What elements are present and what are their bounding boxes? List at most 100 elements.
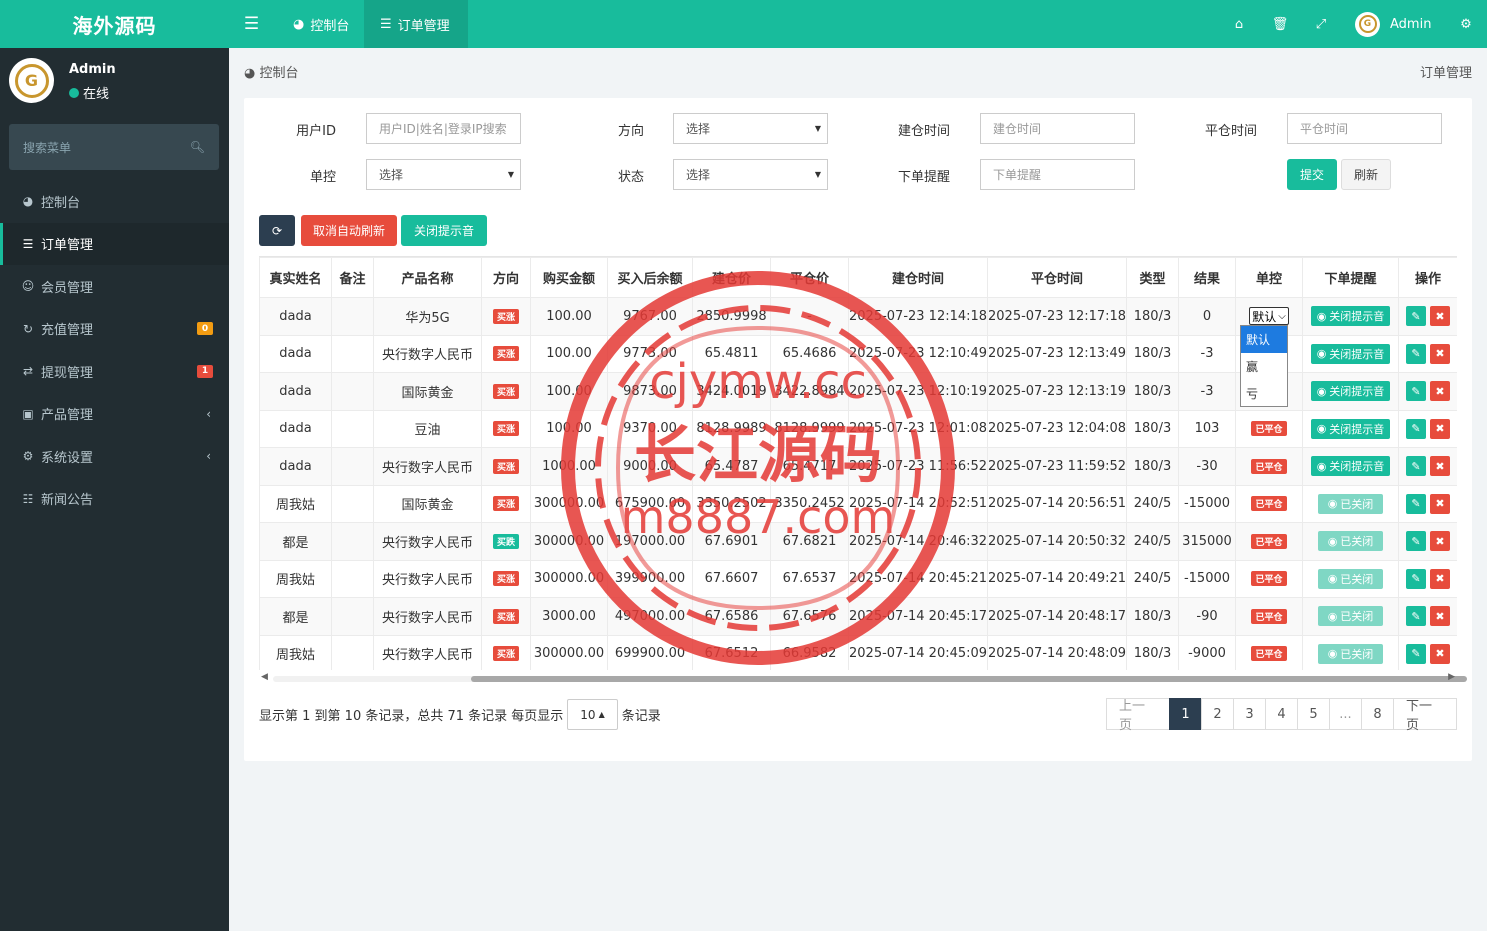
column-header[interactable]: 真实姓名	[259, 257, 332, 298]
column-header[interactable]: 买入后余额	[607, 257, 693, 298]
order-alert-input[interactable]: 下单提醒	[980, 159, 1135, 190]
column-header[interactable]: 下单提醒	[1302, 257, 1399, 298]
close-notify-button[interactable]: ◉ 关闭提示音	[1310, 456, 1391, 477]
column-header[interactable]: 产品名称	[373, 257, 482, 298]
edit-icon[interactable]: ✎	[1406, 606, 1426, 627]
cell-product: 国际黄金	[373, 484, 482, 523]
dropdown-option[interactable]: 默认	[1241, 326, 1287, 353]
tab-dashboard[interactable]: ◕ 控制台	[277, 0, 365, 48]
fullscreen-icon[interactable]: ⤢	[1306, 0, 1336, 48]
column-header[interactable]: 建仓时间	[848, 257, 988, 298]
delete-icon[interactable]: ✖	[1430, 343, 1450, 364]
cogs-icon[interactable]: ⚙	[1451, 0, 1481, 48]
sidebar-item-0[interactable]: ◕ 控制台	[0, 180, 229, 223]
sidebar-item-1[interactable]: ☰ 订单管理	[0, 222, 229, 265]
scroll-thumb[interactable]	[471, 676, 1467, 682]
edit-icon[interactable]: ✎	[1406, 343, 1426, 364]
breadcrumb-home[interactable]: ◕ 控制台	[244, 62, 299, 82]
column-header[interactable]: 平仓价	[770, 257, 849, 298]
close-time-input[interactable]: 平仓时间	[1287, 113, 1442, 144]
sidebar-item-6[interactable]: ⚙ 系统设置 ‹	[0, 435, 229, 478]
page-button[interactable]: 4	[1265, 698, 1298, 730]
dropdown-option[interactable]: 亏	[1241, 380, 1287, 407]
delete-icon[interactable]: ✖	[1430, 306, 1450, 327]
search-icon[interactable]: 🔍︎	[190, 140, 205, 154]
top-user-menu[interactable]: G Admin	[1355, 0, 1431, 48]
notify-closed-button[interactable]: ◉ 已关闭	[1317, 568, 1384, 589]
sidebar-item-3[interactable]: ↻ 充值管理 0	[0, 308, 229, 351]
close-notify-button[interactable]: ◉ 关闭提示音	[1310, 381, 1391, 402]
delete-icon[interactable]: ✖	[1430, 531, 1450, 552]
edit-icon[interactable]: ✎	[1406, 531, 1426, 552]
column-header[interactable]: 方向	[481, 257, 531, 298]
notify-closed-button[interactable]: ◉ 已关闭	[1317, 531, 1384, 552]
close-notify-button[interactable]: ◉ 关闭提示音	[1310, 343, 1391, 364]
sidebar-item-5[interactable]: ▣ 产品管理 ‹	[0, 393, 229, 436]
delete-icon[interactable]: ✖	[1430, 493, 1450, 514]
delete-icon[interactable]: ✖	[1430, 456, 1450, 477]
column-header[interactable]: 单控	[1235, 257, 1303, 298]
page-button[interactable]: 8	[1361, 698, 1394, 730]
cell-note	[331, 597, 374, 636]
next-page-button[interactable]: 下一页	[1393, 698, 1457, 733]
page-button[interactable]: 1	[1169, 698, 1202, 730]
control-select[interactable]: 默认 ⌵	[1249, 307, 1289, 326]
delete-icon[interactable]: ✖	[1430, 643, 1450, 664]
home-icon[interactable]: ⌂	[1224, 0, 1254, 48]
control-dropdown-list[interactable]: 默认赢亏	[1240, 325, 1288, 407]
sidebar-item-7[interactable]: ☷ 新闻公告	[0, 478, 229, 521]
control-select[interactable]: 选择 ▼	[366, 159, 521, 190]
sidebar-item-2[interactable]: ☺ 会员管理	[0, 265, 229, 308]
close-sound-button[interactable]: 关闭提示音	[401, 215, 487, 246]
scroll-right-icon[interactable]: ▶	[1448, 672, 1455, 682]
cell-notify: ◉ 已关闭	[1302, 484, 1399, 523]
close-notify-button[interactable]: ◉ 关闭提示音	[1310, 418, 1391, 439]
column-header[interactable]: 建仓价	[692, 257, 771, 298]
scroll-left-icon[interactable]: ◀	[261, 672, 268, 682]
page-size-select[interactable]: 10 ▲	[567, 699, 618, 730]
notify-closed-button[interactable]: ◉ 已关闭	[1317, 493, 1384, 514]
user-id-search-input[interactable]: 用户ID|姓名|登录IP搜索	[366, 113, 521, 144]
page-button[interactable]: 5	[1297, 698, 1330, 730]
close-notify-button[interactable]: ◉ 关闭提示音	[1310, 306, 1391, 327]
column-header[interactable]: 结果	[1178, 257, 1236, 298]
column-header[interactable]: 操作	[1398, 257, 1457, 298]
hamburger-menu-icon[interactable]: ☰	[229, 0, 274, 48]
open-time-input[interactable]: 建仓时间	[980, 113, 1135, 144]
column-header[interactable]: 平仓时间	[987, 257, 1127, 298]
delete-icon[interactable]: ✖	[1430, 381, 1450, 402]
page-button[interactable]: 2	[1201, 698, 1234, 730]
cancel-auto-refresh-button[interactable]: 取消自动刷新	[301, 215, 397, 246]
edit-icon[interactable]: ✎	[1406, 643, 1426, 664]
prev-page-button[interactable]: 上一页	[1106, 698, 1170, 733]
delete-icon[interactable]: ✖	[1430, 418, 1450, 439]
edit-icon[interactable]: ✎	[1406, 418, 1426, 439]
app-logo[interactable]: 海外源码	[0, 0, 229, 48]
trash-icon[interactable]: 🗑︎	[1265, 0, 1295, 48]
edit-icon[interactable]: ✎	[1406, 568, 1426, 589]
sidebar-item-4[interactable]: ⇄ 提现管理 1	[0, 350, 229, 393]
reset-button[interactable]: 刷新	[1341, 159, 1391, 190]
tab-order-management[interactable]: ☰ 订单管理	[364, 0, 468, 48]
cell-ops: ✎ ✖	[1398, 634, 1457, 670]
delete-icon[interactable]: ✖	[1430, 606, 1450, 627]
horizontal-scrollbar[interactable]: ◀ ▶	[259, 672, 1467, 686]
column-header[interactable]: 备注	[331, 257, 374, 298]
direction-select[interactable]: 选择 ▼	[673, 113, 828, 144]
notify-closed-button[interactable]: ◉ 已关闭	[1317, 643, 1384, 664]
cell-ops: ✎ ✖	[1398, 447, 1457, 486]
refresh-button[interactable]: ⟳	[259, 215, 295, 246]
notify-closed-button[interactable]: ◉ 已关闭	[1317, 606, 1384, 627]
status-select[interactable]: 选择 ▼	[673, 159, 828, 190]
dropdown-option[interactable]: 赢	[1241, 353, 1287, 380]
page-button[interactable]: 3	[1233, 698, 1266, 730]
edit-icon[interactable]: ✎	[1406, 381, 1426, 402]
sidebar-search-input[interactable]: 搜索菜单 🔍︎	[9, 124, 219, 170]
edit-icon[interactable]: ✎	[1406, 306, 1426, 327]
column-header[interactable]: 购买金额	[530, 257, 608, 298]
edit-icon[interactable]: ✎	[1406, 456, 1426, 477]
column-header[interactable]: 类型	[1126, 257, 1179, 298]
submit-button[interactable]: 提交	[1287, 159, 1337, 190]
delete-icon[interactable]: ✖	[1430, 568, 1450, 589]
edit-icon[interactable]: ✎	[1406, 493, 1426, 514]
